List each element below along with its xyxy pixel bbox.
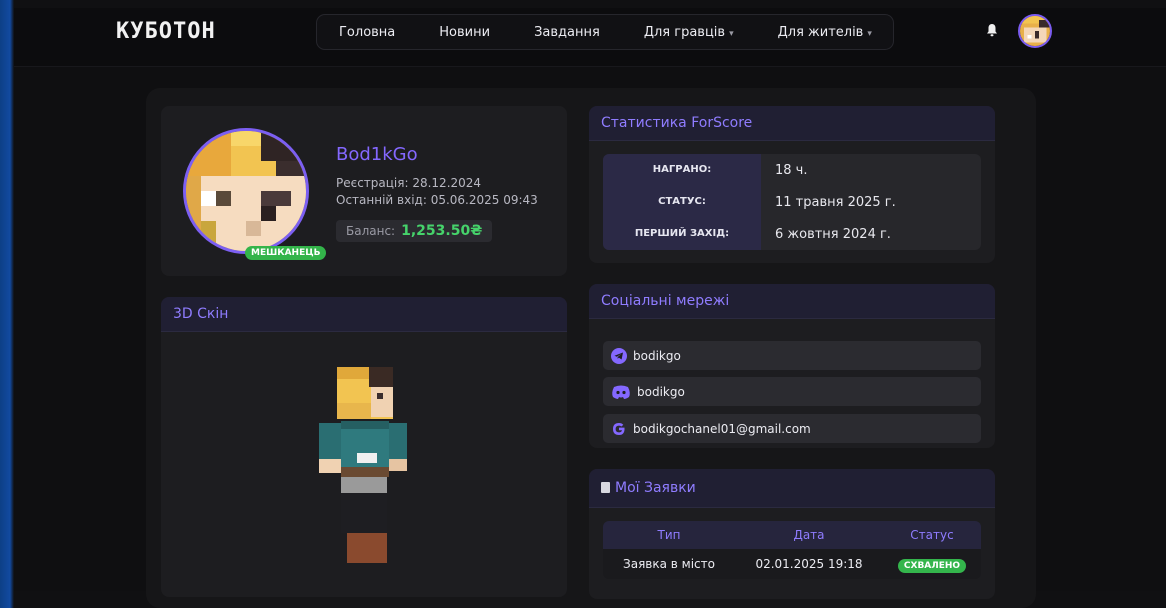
request-date: 02.01.2025 19:18 [755, 557, 863, 571]
stats-card: Статистика ForScore НАГРАНО: 18 ч. СТАТУ… [589, 106, 995, 263]
nav-label: Для жителів [777, 24, 864, 40]
top-navbar: КУБОТОН Головна Новини Завдання Для грав… [14, 8, 1166, 67]
request-type: Заявка в місто [623, 557, 715, 571]
nav-for-players[interactable]: Для гравців ▾ [622, 25, 756, 40]
table-header: Тип Дата Статус [603, 521, 981, 549]
stat-value: 11 травня 2025 г. [775, 194, 896, 210]
nav-label: Новини [439, 24, 491, 40]
skin-3d-viewer[interactable] [311, 363, 421, 569]
nav-tasks[interactable]: Завдання [512, 25, 622, 40]
stat-row: ПЕРШИЙ ЗАХІД: 6 жовтня 2024 г. [603, 218, 981, 250]
nav-news[interactable]: Новини [417, 25, 512, 40]
social-card-title: Соціальні мережі [589, 284, 995, 319]
nav-label: Завдання [534, 24, 600, 40]
column-header: Дата [793, 528, 825, 542]
requests-card: Мої Заявки Тип Дата Статус Заявка в міст… [589, 469, 995, 599]
balance-value: 1,253.50₴ [401, 223, 483, 239]
bell-icon[interactable] [986, 23, 998, 37]
social-item-discord[interactable]: bodikgo [603, 377, 981, 406]
telegram-icon [611, 347, 627, 364]
chevron-down-icon: ▾ [867, 28, 872, 39]
social-card: Соціальні мережі bodikgo bodikgo bodikgo… [589, 284, 995, 448]
main-nav: Головна Новини Завдання Для гравців ▾ Для… [316, 14, 894, 50]
requests-table: Тип Дата Статус Заявка в місто 02.01.202… [603, 521, 981, 579]
chevron-down-icon: ▾ [729, 28, 734, 39]
requests-card-title: Мої Заявки [589, 469, 995, 508]
last-login: Останній вхід: 05.06.2025 09:43 [336, 193, 538, 207]
column-header: Статус [910, 528, 954, 542]
social-item-telegram[interactable]: bodikgo [603, 341, 981, 370]
stat-label: ПЕРШИЙ ЗАХІД: [603, 218, 761, 250]
request-status-cell: СХВАЛЕНО [883, 557, 981, 573]
clipboard-icon [601, 482, 610, 493]
registration-date: Реєстрація: 28.12.2024 [336, 176, 482, 190]
user-avatar[interactable] [1018, 14, 1052, 48]
stat-value: 18 ч. [775, 162, 808, 178]
site-logo[interactable]: КУБОТОН [116, 19, 216, 44]
stat-row: НАГРАНО: 18 ч. [603, 154, 981, 186]
stat-row: СТАТУС: 11 травня 2025 г. [603, 186, 981, 218]
requests-title-text: Мої Заявки [615, 480, 696, 496]
nav-home[interactable]: Головна [317, 25, 417, 40]
nav-for-residents[interactable]: Для жителів ▾ [756, 25, 894, 40]
skin-card-title: 3D Скін [161, 297, 567, 332]
column-header: Тип [657, 528, 681, 542]
status-badge: СХВАЛЕНО [897, 559, 967, 573]
nav-label: Для гравців [643, 24, 726, 40]
table-row[interactable]: Заявка в місто 02.01.2025 19:18 СХВАЛЕНО [603, 549, 981, 579]
social-item-google[interactable]: bodikgochanel01@gmail.com [603, 414, 981, 443]
role-badge: МЕШКАНЕЦЬ [245, 246, 327, 260]
nav-label: Головна [339, 24, 396, 40]
stats-card-title: Статистика ForScore [589, 106, 995, 141]
discord-icon [612, 385, 630, 399]
social-text: bodikgo [633, 348, 681, 363]
balance-box: Баланс: 1,253.50₴ [336, 220, 493, 242]
skin-card: 3D Скін [161, 297, 567, 597]
stats-table: НАГРАНО: 18 ч. СТАТУС: 11 травня 2025 г.… [603, 154, 981, 250]
balance-label: Баланс: [346, 224, 396, 238]
social-text: bodikgo [637, 384, 685, 399]
stat-label: СТАТУС: [603, 186, 761, 218]
profile-card: МЕШКАНЕЦЬ Bod1kGo Реєстрація: 28.12.2024… [161, 106, 567, 276]
username: Bod1kGo [336, 144, 418, 165]
profile-avatar [183, 128, 309, 254]
stat-value: 6 жовтня 2024 г. [775, 226, 891, 242]
stat-label: НАГРАНО: [603, 154, 761, 186]
google-icon [613, 422, 625, 435]
social-text: bodikgochanel01@gmail.com [633, 421, 811, 436]
